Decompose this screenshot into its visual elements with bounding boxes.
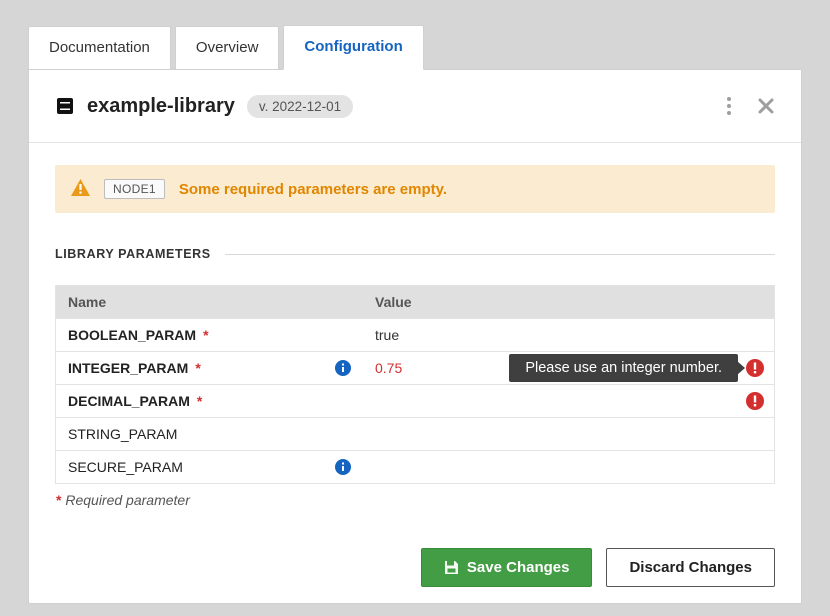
table-row: INTEGER_PARAM * 0.75 Please use an integer … <box>56 352 774 385</box>
param-value: true <box>375 327 399 343</box>
node-chip: NODE1 <box>104 179 165 199</box>
param-name: INTEGER_PARAM <box>68 360 188 376</box>
close-icon[interactable] <box>757 97 775 115</box>
col-header-value: Value <box>363 286 774 318</box>
tab-bar: Documentation Overview Configuration <box>28 24 802 69</box>
tab-documentation[interactable]: Documentation <box>28 26 171 70</box>
required-asterisk: * <box>197 393 202 409</box>
param-value-cell[interactable]: true <box>363 319 774 351</box>
library-icon <box>55 96 75 116</box>
info-icon[interactable] <box>335 360 351 376</box>
table-header: Name Value <box>56 286 774 319</box>
discard-button[interactable]: Discard Changes <box>606 548 775 587</box>
library-title: example-library <box>87 95 235 118</box>
footer-actions: Save Changes Discard Changes <box>55 508 775 603</box>
param-name: SECURE_PARAM <box>68 459 183 475</box>
save-button[interactable]: Save Changes <box>421 548 593 587</box>
param-value-cell[interactable] <box>363 385 774 417</box>
table-row: STRING_PARAM <box>56 418 774 451</box>
param-value-cell[interactable]: 0.75 Please use an integer number. <box>363 352 774 384</box>
param-name-cell: STRING_PARAM <box>56 418 363 450</box>
param-value-cell[interactable] <box>363 451 774 483</box>
error-tooltip: Please use an integer number. <box>509 354 738 382</box>
configuration-panel: example-library v. 2022-12-01 NODE1 Some… <box>28 69 802 604</box>
required-asterisk: * <box>203 327 208 343</box>
table-row: BOOLEAN_PARAM * true <box>56 319 774 352</box>
table-row: SECURE_PARAM <box>56 451 774 483</box>
version-badge: v. 2022-12-01 <box>247 95 353 118</box>
error-icon <box>746 359 764 377</box>
param-name: BOOLEAN_PARAM <box>68 327 196 343</box>
required-asterisk: * <box>195 360 200 376</box>
param-name: STRING_PARAM <box>68 426 177 442</box>
section-header: LIBRARY PARAMETERS <box>55 247 775 261</box>
required-note-text: Required parameter <box>65 492 190 508</box>
panel-header: example-library v. 2022-12-01 <box>55 94 775 118</box>
warning-icon <box>71 179 90 199</box>
param-name-cell: SECURE_PARAM <box>56 451 363 483</box>
tab-overview[interactable]: Overview <box>175 26 280 70</box>
header-actions <box>727 94 775 118</box>
param-name-cell: INTEGER_PARAM * <box>56 352 363 384</box>
error-icon <box>746 392 764 410</box>
save-button-label: Save Changes <box>467 559 570 576</box>
param-name-cell: BOOLEAN_PARAM * <box>56 319 363 351</box>
save-icon <box>444 560 459 575</box>
required-note: * Required parameter <box>55 492 775 508</box>
section-title: LIBRARY PARAMETERS <box>55 247 211 261</box>
table-row: DECIMAL_PARAM * <box>56 385 774 418</box>
col-header-name: Name <box>56 286 363 318</box>
parameters-table: Name Value BOOLEAN_PARAM * true INTEGER_PAR… <box>55 285 775 484</box>
param-name: DECIMAL_PARAM <box>68 393 190 409</box>
param-value: 0.75 <box>375 360 402 376</box>
header-divider <box>29 142 801 143</box>
section-line <box>225 254 775 255</box>
warning-alert: NODE1 Some required parameters are empty… <box>55 165 775 213</box>
discard-button-label: Discard Changes <box>629 559 752 576</box>
param-name-cell: DECIMAL_PARAM * <box>56 385 363 417</box>
info-icon[interactable] <box>335 459 351 475</box>
asterisk-icon: * <box>56 492 61 508</box>
more-menu-icon[interactable] <box>727 94 731 118</box>
tab-configuration[interactable]: Configuration <box>283 25 423 70</box>
alert-message: Some required parameters are empty. <box>179 181 447 198</box>
param-value-cell[interactable] <box>363 418 774 450</box>
